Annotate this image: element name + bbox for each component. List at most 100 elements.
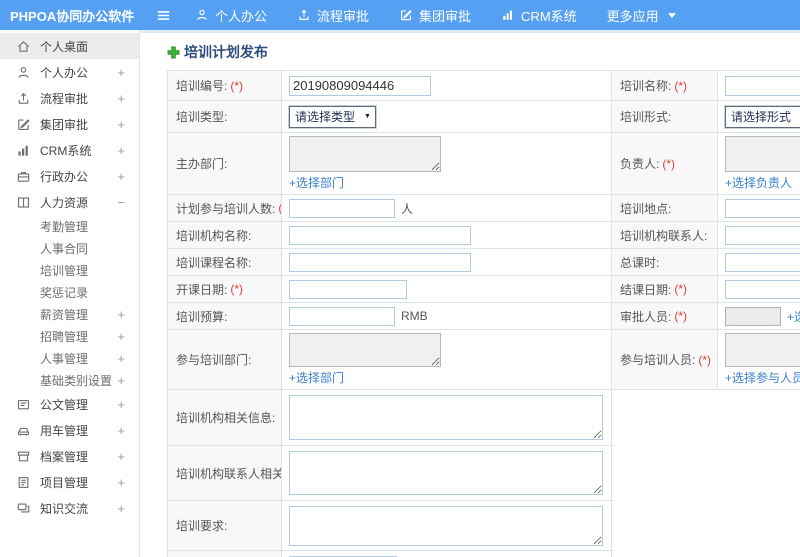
top-header: PHPOA协同办公软件 个人办公 流程审批 集团审批 CRM系统 更多应用 bbox=[0, 0, 800, 30]
field-cell bbox=[282, 71, 612, 100]
training-no-input[interactable] bbox=[289, 75, 431, 96]
form-row: 培训机构相关信息: bbox=[168, 390, 614, 446]
field-label: 培训机构相关信息: bbox=[176, 411, 276, 425]
sidebar-item-vehicle[interactable]: 用车管理 + bbox=[0, 417, 139, 443]
org-name-input[interactable] bbox=[289, 225, 471, 245]
app-logo[interactable]: PHPOA协同办公软件 bbox=[0, 6, 140, 25]
training-type-select[interactable]: 请选择类型 ▼ bbox=[289, 105, 376, 128]
field-cell bbox=[282, 501, 612, 550]
form-row: 附件文档: +附件上传 bbox=[168, 551, 614, 557]
course-name-input[interactable] bbox=[289, 252, 471, 272]
sidebar-item-admin-office[interactable]: 行政办公 + bbox=[0, 163, 139, 189]
sidebar-item-knowledge[interactable]: 知识交流 + bbox=[0, 495, 139, 521]
sidebar-item-salary[interactable]: 薪资管理 + bbox=[0, 303, 139, 325]
field-label: 培训机构联系人相关信息: bbox=[176, 466, 282, 481]
car-icon bbox=[16, 423, 31, 438]
sidebar-item-training[interactable]: 培训管理 bbox=[0, 259, 139, 281]
chat-bubbles-icon bbox=[16, 501, 31, 516]
host-dept-textarea[interactable] bbox=[289, 136, 441, 172]
field-label: 培训地点: bbox=[620, 201, 672, 216]
nav-label: CRM系统 bbox=[521, 8, 577, 24]
training-name-input[interactable] bbox=[725, 75, 800, 96]
sidebar-item-group-approval[interactable]: 集团审批 + bbox=[0, 111, 139, 137]
field-label: 培训机构联系人: bbox=[620, 228, 708, 243]
field-label: 结课日期: bbox=[620, 282, 672, 297]
select-leader-link[interactable]: +选择负责人 bbox=[725, 174, 792, 191]
field-label-cell: 培训机构相关信息: bbox=[168, 390, 282, 445]
user-icon bbox=[195, 8, 209, 22]
document-icon bbox=[16, 397, 31, 412]
field-label: 培训类型: bbox=[176, 110, 228, 124]
field-label-cell: 培训形式: bbox=[612, 101, 718, 132]
sidebar-item-crm[interactable]: CRM系统 + bbox=[0, 137, 139, 163]
select-dept-link[interactable]: +选择部门 bbox=[289, 174, 344, 191]
sidebar-item-hr[interactable]: 人力资源 − bbox=[0, 189, 139, 215]
field-label: 培训名称: bbox=[620, 79, 672, 93]
field-cell bbox=[282, 390, 612, 445]
budget-input[interactable] bbox=[289, 306, 395, 326]
hamburger-menu-icon[interactable] bbox=[156, 8, 171, 23]
field-label: 计划参与培训人数: bbox=[176, 201, 276, 216]
select-dept-link[interactable]: +选择部门 bbox=[289, 369, 344, 386]
required-mark: (*) bbox=[230, 78, 244, 93]
home-icon bbox=[16, 39, 31, 54]
field-label-cell: 结课日期: (*) bbox=[612, 276, 718, 302]
start-date-input[interactable] bbox=[289, 279, 407, 299]
sidebar-item-archive[interactable]: 档案管理 + bbox=[0, 443, 139, 469]
sidebar-item-personal-office[interactable]: 个人办公 + bbox=[0, 59, 139, 85]
sidebar-item-document[interactable]: 公文管理 + bbox=[0, 391, 139, 417]
form-row: 开课日期: (*) 结课日期: (*) bbox=[168, 276, 800, 303]
required-mark: (*) bbox=[230, 282, 244, 296]
field-cell bbox=[282, 276, 612, 302]
sidebar-item-personal-desktop[interactable]: 个人桌面 bbox=[0, 33, 139, 59]
nav-group-approval[interactable]: 集团审批 bbox=[399, 6, 471, 25]
field-cell bbox=[282, 222, 612, 248]
participants-count-input[interactable] bbox=[289, 198, 395, 218]
nav-personal-office[interactable]: 个人办公 bbox=[195, 6, 267, 25]
field-cell bbox=[718, 249, 800, 275]
participating-dept-textarea[interactable] bbox=[289, 333, 441, 367]
user-icon bbox=[16, 65, 31, 80]
unit-suffix: 人 bbox=[401, 201, 414, 216]
nav-process-approval[interactable]: 流程审批 bbox=[297, 6, 369, 25]
training-form-select[interactable]: 请选择形式 ▼ bbox=[725, 105, 800, 128]
required-mark: (*) bbox=[674, 78, 688, 93]
field-cell bbox=[282, 249, 612, 275]
field-cell bbox=[718, 276, 800, 302]
training-requirements-textarea[interactable] bbox=[289, 505, 603, 546]
end-date-input[interactable] bbox=[725, 279, 800, 299]
edit-pen-icon bbox=[16, 117, 31, 132]
top-navigation: 个人办公 流程审批 集团审批 CRM系统 更多应用 bbox=[195, 6, 706, 25]
total-hours-input[interactable] bbox=[725, 252, 800, 272]
form-row: 培训要求: bbox=[168, 501, 614, 551]
sidebar-item-hr-contract[interactable]: 人事合同 bbox=[0, 237, 139, 259]
sidebar-item-project[interactable]: 项目管理 + bbox=[0, 469, 139, 495]
select-participants-link[interactable]: +选择参与人员 bbox=[725, 369, 800, 386]
approver-input[interactable] bbox=[725, 306, 781, 326]
leader-textarea[interactable] bbox=[725, 136, 800, 172]
sidebar-item-personnel[interactable]: 人事管理 + bbox=[0, 347, 139, 369]
sidebar-item-recruitment[interactable]: 招聘管理 + bbox=[0, 325, 139, 347]
training-location-input[interactable] bbox=[725, 198, 800, 218]
field-label-cell: 培训课程名称: bbox=[168, 249, 282, 275]
nav-crm[interactable]: CRM系统 bbox=[501, 6, 577, 25]
org-contact-input[interactable] bbox=[725, 225, 800, 245]
field-cell bbox=[718, 71, 800, 100]
participants-textarea[interactable] bbox=[725, 333, 800, 367]
sidebar-item-attendance[interactable]: 考勤管理 bbox=[0, 215, 139, 237]
sidebar-item-rewards[interactable]: 奖惩记录 bbox=[0, 281, 139, 303]
select-approver-link[interactable]: +选择审批人员 bbox=[787, 308, 800, 325]
field-label: 开课日期: bbox=[176, 282, 228, 297]
field-label-cell: 培训机构联系人相关信息: bbox=[168, 446, 282, 500]
bar-chart-icon bbox=[501, 8, 515, 22]
training-plan-form: 培训编号: (*) 培训名称: (*) 培训类型: 请选择类型 ▼ bbox=[167, 70, 800, 557]
sidebar-item-base-category[interactable]: 基础类别设置 + bbox=[0, 369, 139, 391]
field-label: 培训形式: bbox=[620, 110, 672, 124]
field-cell bbox=[718, 222, 800, 248]
org-contact-info-textarea[interactable] bbox=[289, 451, 603, 495]
sidebar-item-process-approval[interactable]: 流程审批 + bbox=[0, 85, 139, 111]
nav-more-apps[interactable]: 更多应用 bbox=[607, 6, 676, 25]
org-info-textarea[interactable] bbox=[289, 395, 603, 440]
currency-suffix: RMB bbox=[401, 309, 428, 323]
field-cell: RMB bbox=[282, 303, 612, 329]
